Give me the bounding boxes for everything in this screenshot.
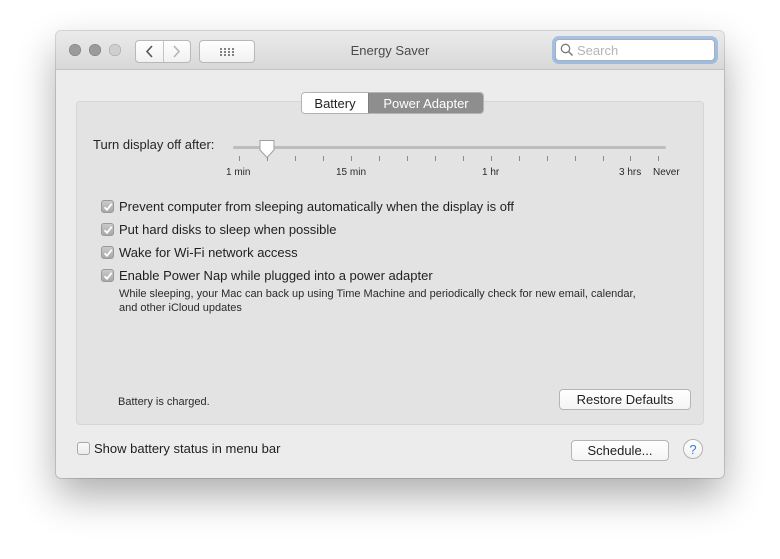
slider-tick xyxy=(323,156,324,161)
slider-tick xyxy=(435,156,436,161)
minimize-window-button[interactable] xyxy=(89,44,101,56)
back-button[interactable] xyxy=(136,41,163,62)
chevron-left-icon xyxy=(145,45,153,58)
chevron-right-icon xyxy=(173,45,181,58)
forward-button[interactable] xyxy=(162,41,191,62)
show-all-button[interactable] xyxy=(199,40,255,63)
power-nap-checkbox[interactable] xyxy=(101,269,114,282)
schedule-button[interactable]: Schedule... xyxy=(571,440,669,461)
slider-track[interactable] xyxy=(233,146,666,149)
grid-icon xyxy=(220,47,234,56)
wake-wifi-checkbox[interactable] xyxy=(101,246,114,259)
search-field[interactable] xyxy=(555,39,715,61)
slider-tick xyxy=(630,156,631,161)
show-battery-status-checkbox[interactable] xyxy=(77,442,90,455)
prevent-sleep-checkbox[interactable] xyxy=(101,200,114,213)
slider-tick-label-1-hr: 1 hr xyxy=(482,167,500,178)
display-off-slider-label: Turn display off after: xyxy=(93,137,215,152)
checkmark-icon xyxy=(103,249,113,258)
slider-tick xyxy=(575,156,576,161)
slider-tick-label-3-hrs: 3 hrs xyxy=(619,167,642,178)
zoom-window-button[interactable] xyxy=(109,44,121,56)
window-title: Energy Saver xyxy=(350,43,430,58)
search-input[interactable] xyxy=(577,41,707,59)
slider-tick-label-never: Never xyxy=(653,167,680,178)
hard-disk-sleep-label[interactable]: Put hard disks to sleep when possible xyxy=(119,222,337,237)
slider-tick xyxy=(547,156,548,161)
checkmark-icon xyxy=(103,226,113,235)
restore-defaults-button[interactable]: Restore Defaults xyxy=(559,389,691,410)
slider-tick xyxy=(658,156,659,161)
slider-tick xyxy=(603,156,604,161)
help-button[interactable]: ? xyxy=(683,439,703,459)
tab-power-adapter[interactable]: Power Adapter xyxy=(368,93,483,113)
power-nap-description: While sleeping, your Mac can back up usi… xyxy=(119,288,636,314)
slider-tick xyxy=(491,156,492,161)
power-nap-label[interactable]: Enable Power Nap while plugged into a po… xyxy=(119,268,433,283)
slider-thumb[interactable] xyxy=(258,139,276,164)
slider-tick xyxy=(239,156,240,161)
hard-disk-sleep-checkbox[interactable] xyxy=(101,223,114,236)
energy-saver-window: Energy Saver Battery Power Adapter Turn … xyxy=(56,31,724,478)
slider-tick-label-15-min: 15 min xyxy=(336,167,367,178)
battery-status-text: Battery is charged. xyxy=(118,396,210,408)
navigation-buttons xyxy=(135,40,191,63)
prevent-sleep-label[interactable]: Prevent computer from sleeping automatic… xyxy=(119,199,514,214)
show-battery-status-label[interactable]: Show battery status in menu bar xyxy=(94,441,280,456)
close-window-button[interactable] xyxy=(69,44,81,56)
slider-tick xyxy=(519,156,520,161)
slider-tick xyxy=(463,156,464,161)
wake-wifi-label[interactable]: Wake for Wi-Fi network access xyxy=(119,245,298,260)
tab-segmented-control: Battery Power Adapter xyxy=(301,92,484,114)
title-bar: Energy Saver xyxy=(56,31,724,70)
slider-tick xyxy=(379,156,380,161)
tab-battery[interactable]: Battery xyxy=(302,93,368,113)
slider-tick-label-1-min: 1 min xyxy=(226,167,251,178)
search-icon xyxy=(560,43,574,62)
slider-tick xyxy=(351,156,352,161)
checkmark-icon xyxy=(103,272,113,281)
checkmark-icon xyxy=(103,203,113,212)
slider-tick xyxy=(407,156,408,161)
slider-tick xyxy=(295,156,296,161)
